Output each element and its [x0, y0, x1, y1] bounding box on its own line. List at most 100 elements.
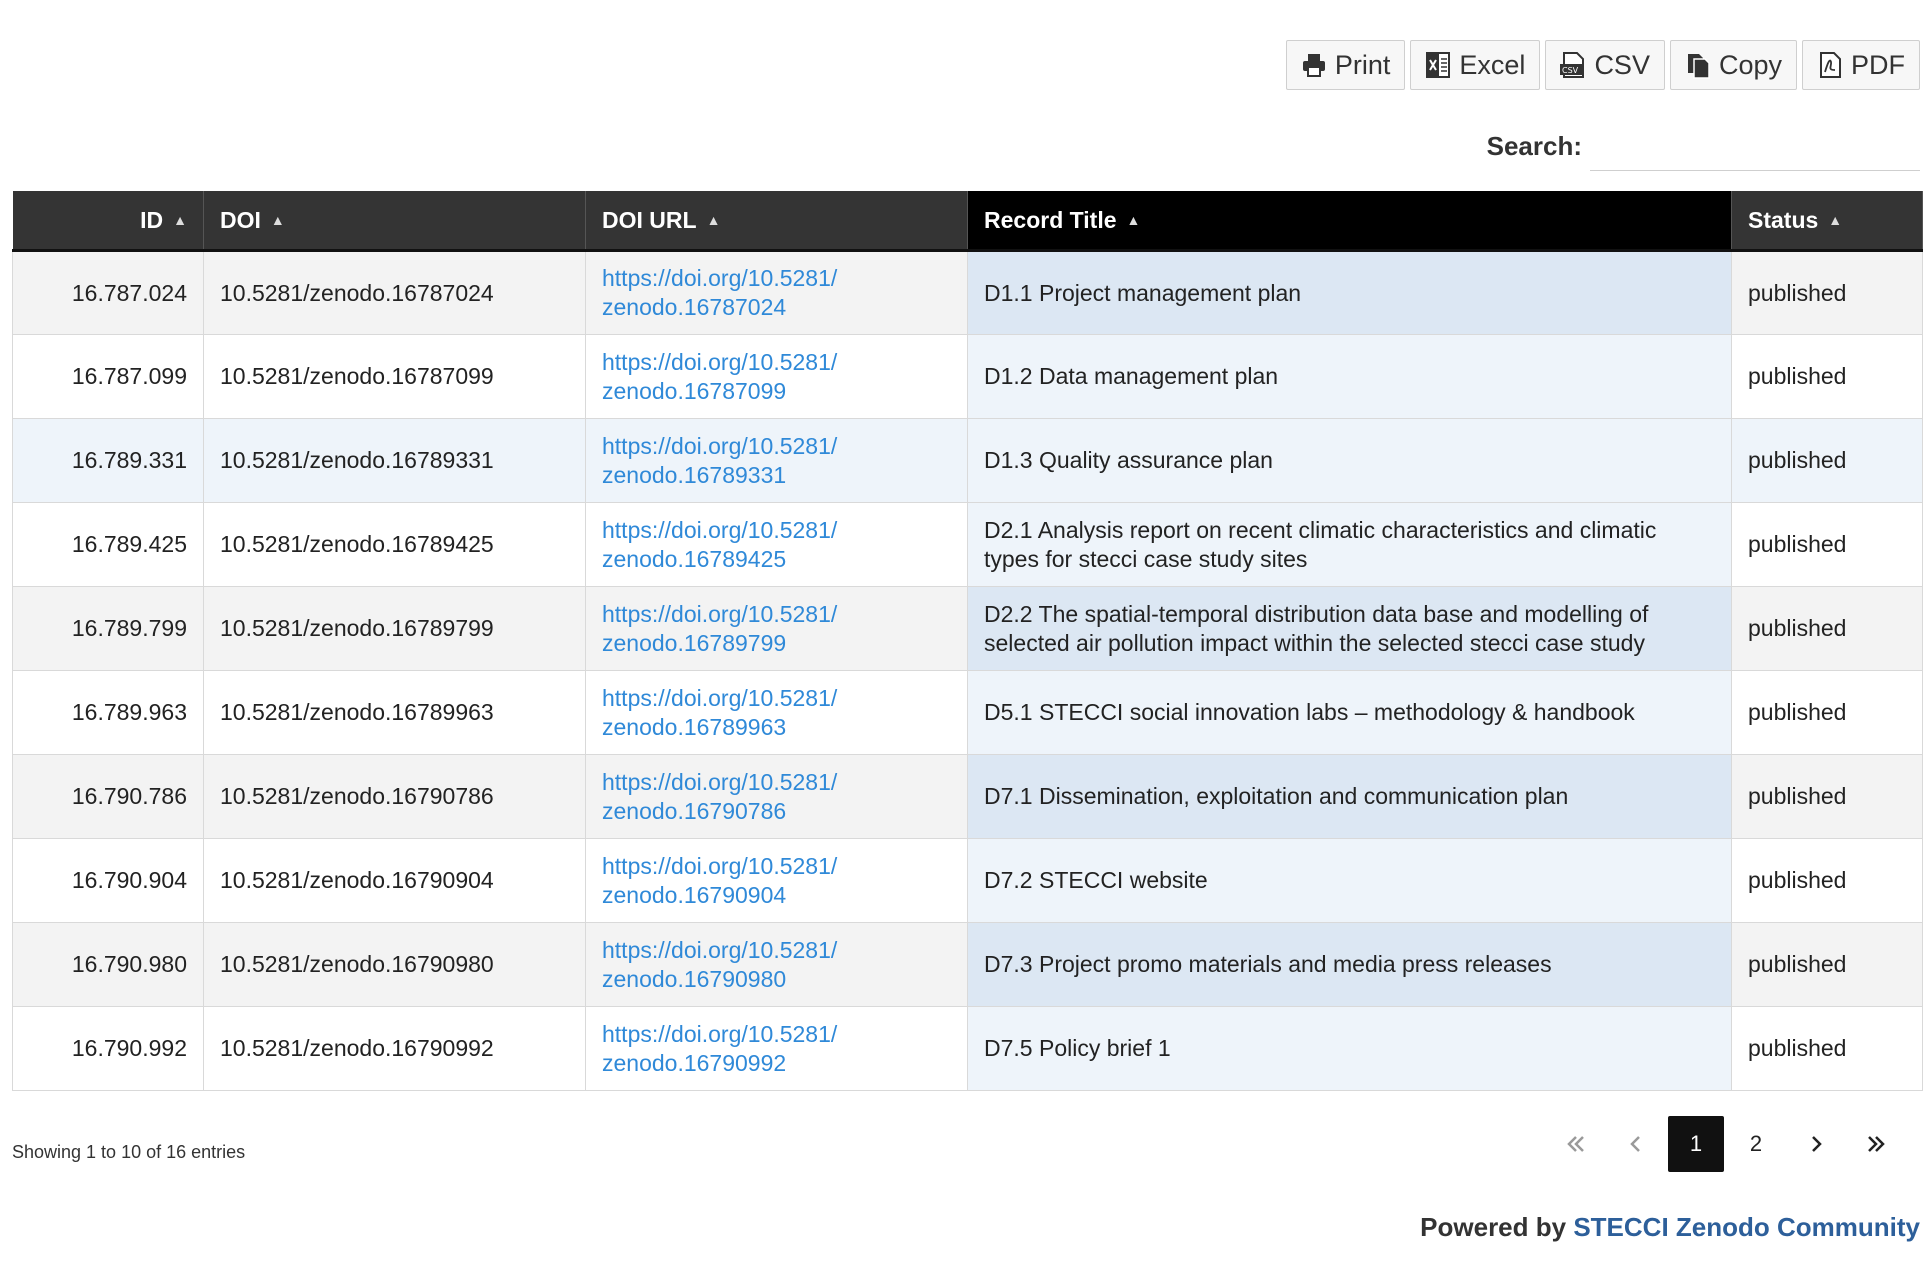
sort-asc-icon: ▲ [1828, 211, 1843, 228]
cell-doi: 10.5281/zenodo.16789799 [203, 586, 586, 671]
doi-url-link[interactable]: https://doi.org/10.5281/zenodo.16787024 [602, 265, 837, 320]
cell-status: published [1731, 1006, 1923, 1091]
doi-url-link[interactable]: https://doi.org/10.5281/zenodo.16789799 [602, 601, 837, 656]
cell-status: published [1731, 334, 1923, 419]
cell-doi: 10.5281/zenodo.16790980 [203, 922, 586, 1007]
table-row[interactable]: 16.790.904 10.5281/zenodo.16790904 https:/… [12, 838, 1923, 923]
excel-button-label: Excel [1459, 49, 1526, 80]
table-row[interactable]: 16.787.024 10.5281/zenodo.16787024 https:/… [12, 250, 1923, 335]
search-bar: Search: [1487, 122, 1920, 171]
cell-doi: 10.5281/zenodo.16790992 [203, 1006, 586, 1091]
sort-asc-icon: ▲ [706, 211, 721, 228]
cell-status: published [1731, 922, 1923, 1007]
export-toolbar: Print Excel CSV CSV Copy PDF [1285, 40, 1920, 90]
cell-record-title: D7.5 Policy brief 1 [967, 1006, 1732, 1091]
cell-id: 16.789.963 [12, 670, 204, 755]
pdf-button[interactable]: PDF [1802, 40, 1920, 90]
cell-status: published [1731, 754, 1923, 839]
search-input[interactable] [1590, 122, 1920, 171]
table-row[interactable]: 16.790.980 10.5281/zenodo.16790980 https:/… [12, 922, 1923, 1007]
table-row[interactable]: 16.789.425 10.5281/zenodo.16789425 https:/… [12, 502, 1923, 587]
table-row[interactable]: 16.790.786 10.5281/zenodo.16790786 https:/… [12, 754, 1923, 839]
svg-text:CSV: CSV [1562, 66, 1579, 75]
chevron-left-icon [1630, 1136, 1640, 1152]
column-header-doi-url[interactable]: DOI URL ▲ [585, 191, 968, 252]
cell-doi: 10.5281/zenodo.16789425 [203, 502, 586, 587]
copy-button[interactable]: Copy [1669, 40, 1797, 90]
table-row[interactable]: 16.789.799 10.5281/zenodo.16789799 https:/… [12, 586, 1923, 671]
doi-url-link[interactable]: https://doi.org/10.5281/zenodo.16790980 [602, 937, 837, 992]
doi-url-link[interactable]: https://doi.org/10.5281/zenodo.16789331 [602, 433, 837, 488]
csv-button[interactable]: CSV CSV [1545, 40, 1665, 90]
cell-doi-url: https://doi.org/10.5281/zenodo.16787099 [585, 334, 968, 419]
last-page-button[interactable] [1848, 1116, 1904, 1172]
csv-button-label: CSV [1594, 49, 1650, 80]
double-chevron-left-icon [1567, 1136, 1584, 1152]
column-header-record-title[interactable]: Record Title ▲ [967, 191, 1732, 252]
print-button-label: Print [1334, 49, 1391, 80]
excel-button[interactable]: Excel [1410, 40, 1541, 90]
cell-id: 16.787.024 [12, 250, 204, 335]
sort-asc-icon: ▲ [173, 211, 187, 228]
doi-url-link[interactable]: https://doi.org/10.5281/zenodo.16789963 [602, 685, 837, 740]
table-info: Showing 1 to 10 of 16 entries [12, 1142, 246, 1162]
printer-icon [1299, 50, 1329, 80]
chevron-right-icon [1812, 1136, 1822, 1152]
cell-doi-url: https://doi.org/10.5281/zenodo.16789331 [585, 418, 968, 503]
cell-record-title: D7.2 STECCI website [967, 838, 1732, 923]
sort-asc-icon: ▲ [1126, 211, 1141, 228]
column-header-id[interactable]: ID ▲ [12, 191, 204, 252]
next-page-button[interactable] [1788, 1116, 1844, 1172]
cell-id: 16.789.331 [12, 418, 204, 503]
first-page-button[interactable] [1548, 1116, 1604, 1172]
table-row[interactable]: 16.789.963 10.5281/zenodo.16789963 https:/… [12, 670, 1923, 755]
page-button-1[interactable]: 1 [1668, 1116, 1724, 1172]
column-header-doi[interactable]: DOI ▲ [203, 191, 586, 252]
column-header-status[interactable]: Status ▲ [1731, 191, 1923, 252]
cell-doi: 10.5281/zenodo.16787024 [203, 250, 586, 335]
cell-record-title: D7.3 Project promo materials and media p… [967, 922, 1732, 1007]
table-row[interactable]: 16.790.992 10.5281/zenodo.16790992 https:/… [12, 1006, 1923, 1091]
pdf-button-label: PDF [1851, 49, 1905, 80]
cell-id: 16.789.425 [12, 502, 204, 587]
search-label: Search: [1486, 131, 1582, 161]
cell-doi-url: https://doi.org/10.5281/zenodo.16787024 [585, 250, 968, 335]
cell-record-title: D5.1 STECCI social innovation labs – met… [967, 670, 1732, 755]
community-link[interactable]: STECCI Zenodo Community [1573, 1212, 1920, 1242]
cell-record-title: D2.1 Analysis report on recent climatic … [967, 502, 1732, 587]
cell-doi: 10.5281/zenodo.16789331 [203, 418, 586, 503]
doi-url-link[interactable]: https://doi.org/10.5281/zenodo.16789425 [602, 517, 837, 572]
doi-url-link[interactable]: https://doi.org/10.5281/zenodo.16790904 [602, 853, 837, 908]
cell-status: published [1731, 250, 1923, 335]
cell-record-title: D1.1 Project management plan [967, 250, 1732, 335]
powered-by: Powered by STECCI Zenodo Community [1420, 1212, 1920, 1243]
previous-page-button[interactable] [1608, 1116, 1664, 1172]
cell-doi: 10.5281/zenodo.16790904 [203, 838, 586, 923]
cell-status: published [1731, 418, 1923, 503]
cell-status: published [1731, 838, 1923, 923]
sort-asc-icon: ▲ [270, 211, 285, 228]
doi-url-link[interactable]: https://doi.org/10.5281/zenodo.16790786 [602, 769, 837, 824]
doi-url-link[interactable]: https://doi.org/10.5281/zenodo.16787099 [602, 349, 837, 404]
table-row[interactable]: 16.787.099 10.5281/zenodo.16787099 https:/… [12, 334, 1923, 419]
cell-id: 16.790.904 [12, 838, 204, 923]
cell-status: published [1731, 670, 1923, 755]
cell-doi-url: https://doi.org/10.5281/zenodo.16790904 [585, 838, 968, 923]
cell-doi-url: https://doi.org/10.5281/zenodo.16790786 [585, 754, 968, 839]
cell-status: published [1731, 586, 1923, 671]
doi-url-link[interactable]: https://doi.org/10.5281/zenodo.16790992 [602, 1021, 837, 1076]
cell-doi-url: https://doi.org/10.5281/zenodo.16789799 [585, 586, 968, 671]
page-button-2[interactable]: 2 [1728, 1116, 1784, 1172]
cell-doi-url: https://doi.org/10.5281/zenodo.16789425 [585, 502, 968, 587]
cell-record-title: D2.2 The spatial-temporal distribution d… [967, 586, 1732, 671]
records-table-wrapper: ID ▲ DOI ▲ DOI URL ▲ Record Title ▲ Status ▲ … [12, 191, 1923, 1091]
cell-doi-url: https://doi.org/10.5281/zenodo.16790992 [585, 1006, 968, 1091]
print-button[interactable]: Print [1285, 40, 1406, 90]
cell-id: 16.787.099 [12, 334, 204, 419]
cell-record-title: D1.2 Data management plan [967, 334, 1732, 419]
table-row[interactable]: 16.789.331 10.5281/zenodo.16789331 https:/… [12, 418, 1923, 503]
cell-record-title: D7.1 Dissemination, exploitation and com… [967, 754, 1732, 839]
cell-record-title: D1.3 Quality assurance plan [967, 418, 1732, 503]
cell-id: 16.790.992 [12, 1006, 204, 1091]
excel-icon [1423, 50, 1453, 80]
